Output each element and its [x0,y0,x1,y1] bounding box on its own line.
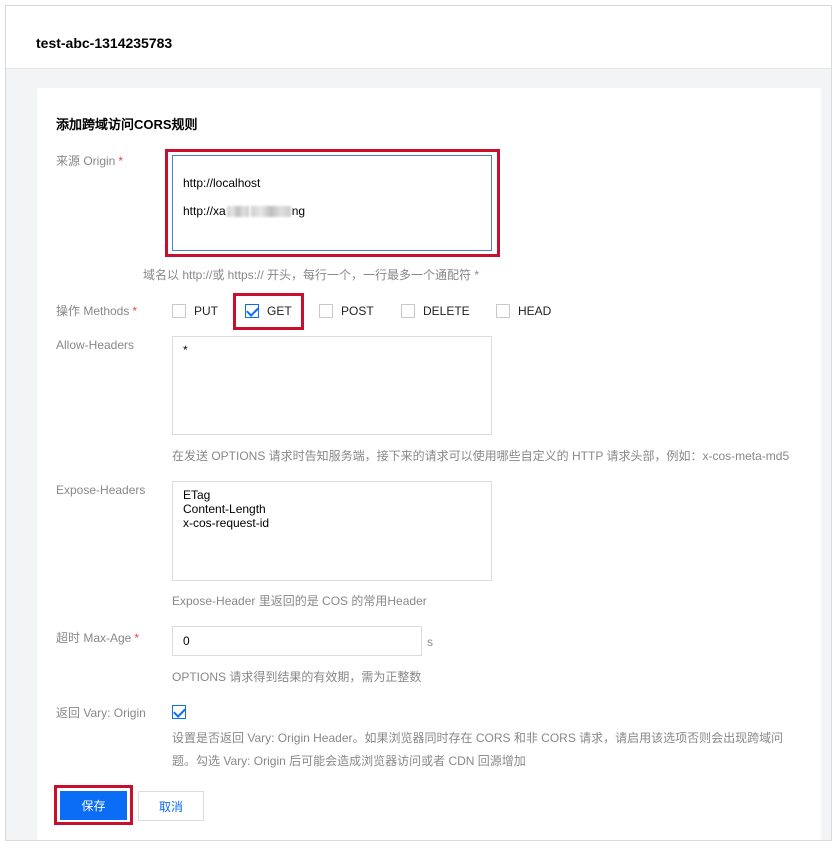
method-head-label: HEAD [518,304,552,318]
checkbox-put[interactable] [172,304,186,318]
origin-hint: 域名以 http://或 https:// 开头，每行一个，一行最多一个通配符 … [143,268,480,282]
origin-line-2-prefix: http://xa [183,204,226,218]
cors-rule-form: 添加跨域访问CORS规则 来源 Origin * http://localhost… [37,88,821,840]
save-button[interactable]: 保存 [60,791,127,820]
method-get[interactable]: GET [245,304,292,318]
method-post-label: POST [341,304,374,318]
redacted-text [226,206,249,218]
expose-headers-label: Expose-Headers [56,483,146,497]
vary-checkbox-wrap[interactable] [172,703,186,721]
allow-headers-label: Allow-Headers [56,338,135,352]
checkbox-vary[interactable] [172,704,186,719]
method-put[interactable]: PUT [172,304,218,318]
checkbox-delete[interactable] [401,304,415,318]
origin-required-mark: * [118,154,124,168]
redacted-text [250,206,291,218]
method-head[interactable]: HEAD [496,304,551,318]
method-put-label: PUT [194,304,218,318]
method-delete[interactable]: DELETE [401,304,470,318]
top-bar: test-abc-1314235783 [6,6,831,69]
origin-line-2: http://xa ng [183,204,481,218]
max-age-hint: OPTIONS 请求得到结果的有效期，需为正整数 [172,670,422,684]
methods-required-mark: * [132,304,138,318]
origin-line-2-suffix: ng [291,204,306,218]
section-title: 添加跨域访问CORS规则 [56,117,198,132]
vary-label: 返回 Vary: Origin [56,706,146,720]
checkbox-head[interactable] [496,304,510,318]
vary-hint-line-1: 设置是否返回 Vary: Origin Header。如果浏览器同时存在 COR… [172,731,784,745]
method-get-label: GET [267,304,292,318]
origin-line-1: http://localhost [183,176,261,190]
allow-headers-hint: 在发送 OPTIONS 请求时告知服务端，接下来的请求可以使用哪些自定义的 HT… [172,449,790,463]
max-age-required-mark: * [134,631,140,645]
expose-headers-textarea[interactable]: ETag Content-Length x-cos-request-id [172,481,492,581]
vary-hint-line-2: 题。勾选 Vary: Origin 后可能会造成浏览器访问或者 CDN 回源增加 [172,754,526,768]
checkbox-post[interactable] [319,304,333,318]
origin-label-text: 来源 Origin [56,154,116,168]
max-age-label-text: 超时 Max-Age [56,631,132,645]
expose-headers-hint: Expose-Header 里返回的是 COS 的常用Header [172,594,427,608]
window-frame: test-abc-1314235783 添加跨域访问CORS规则 来源 Orig… [5,5,832,841]
max-age-label: 超时 Max-Age * [56,629,139,646]
checkbox-get[interactable] [245,304,259,318]
methods-label-text: 操作 Methods [56,304,130,318]
method-post[interactable]: POST [319,304,374,318]
method-delete-label: DELETE [423,304,470,318]
max-age-input[interactable]: 0 [172,626,422,656]
origin-textarea[interactable]: http://localhost http://xa ng [172,155,492,251]
bucket-title: test-abc-1314235783 [36,35,173,51]
methods-label: 操作 Methods * [56,302,137,319]
origin-label: 来源 Origin * [56,152,123,169]
cancel-button[interactable]: 取消 [138,791,204,821]
allow-headers-textarea[interactable]: * [172,336,492,435]
max-age-unit: s [427,635,433,649]
